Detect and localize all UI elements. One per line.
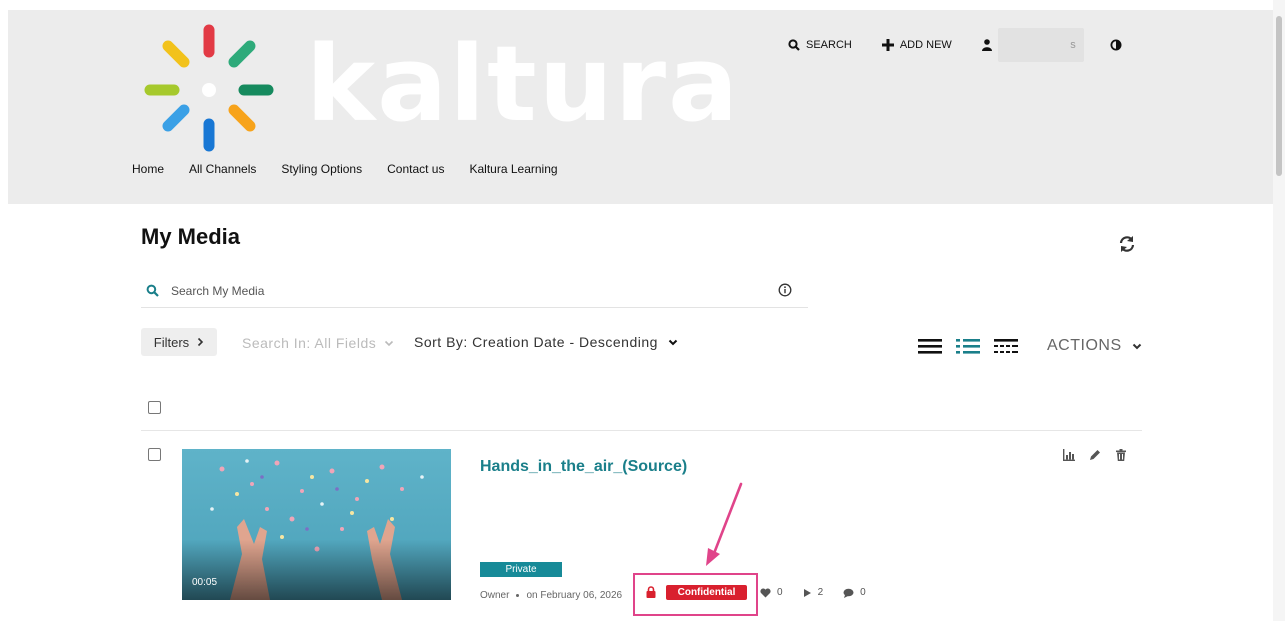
- media-thumbnail[interactable]: 00:05: [182, 449, 451, 600]
- nav-link-styling-options[interactable]: Styling Options: [281, 162, 362, 176]
- user-icon: [981, 39, 992, 51]
- top-navigation: SEARCH ADD NEW s: [788, 28, 1152, 62]
- media-owner: Owner: [480, 590, 510, 601]
- main-navigation: Home All Channels Styling Options Contac…: [132, 162, 583, 176]
- lock-icon: [646, 586, 656, 598]
- contrast-toggle-button[interactable]: [1110, 39, 1122, 51]
- media-row-checkbox[interactable]: [148, 448, 161, 461]
- comment-icon: [843, 588, 854, 598]
- bar-chart-icon: [1063, 449, 1075, 461]
- search-icon: [788, 39, 800, 51]
- search-button-label: SEARCH: [806, 39, 852, 51]
- add-new-button[interactable]: ADD NEW: [881, 39, 952, 51]
- media-title-link[interactable]: Hands_in_the_air_(Source): [480, 458, 687, 476]
- analytics-button[interactable]: [1062, 448, 1076, 462]
- media-stats: 0 2 0: [760, 587, 866, 598]
- user-menu-button[interactable]: s: [981, 28, 1084, 62]
- edit-button[interactable]: [1088, 448, 1102, 462]
- view-mode-table[interactable]: [994, 336, 1018, 356]
- actions-dropdown[interactable]: ACTIONS: [1047, 337, 1142, 355]
- logo-burst-icon: [144, 24, 274, 152]
- heart-icon[interactable]: [760, 587, 771, 598]
- annotation-arrow: [706, 482, 743, 566]
- user-name-tail: s: [1070, 39, 1076, 51]
- media-date: on February 06, 2026: [526, 590, 623, 601]
- chevron-down-icon: [1132, 343, 1141, 349]
- user-name-redacted: s: [997, 28, 1084, 62]
- select-all-checkbox[interactable]: [148, 401, 161, 414]
- filters-button-label: Filters: [153, 334, 190, 350]
- nav-link-all-channels[interactable]: All Channels: [189, 162, 256, 176]
- info-icon[interactable]: [778, 283, 792, 297]
- add-new-button-label: ADD NEW: [899, 39, 952, 51]
- actions-label: ACTIONS: [1047, 337, 1122, 354]
- media-duration: 00:05: [192, 577, 218, 588]
- search-input[interactable]: [171, 283, 751, 298]
- trash-icon: [1116, 449, 1126, 461]
- sort-by-label: Sort By: Creation Date - Descending: [414, 334, 658, 350]
- chevron-down-icon: [668, 339, 678, 345]
- refresh-icon[interactable]: [1117, 234, 1137, 254]
- detailed-view-icon: [956, 339, 980, 354]
- separator-dot: [516, 594, 520, 597]
- media-row-actions: [1062, 448, 1128, 462]
- list-divider: [141, 430, 1142, 431]
- list-view-icon: [918, 339, 942, 354]
- sensitivity-badge: Confidential: [666, 585, 747, 600]
- view-mode-switcher: [918, 336, 1018, 356]
- plays-count: 2: [817, 587, 824, 598]
- logo-wordmark: kaltura: [306, 23, 741, 145]
- contrast-icon: [1110, 39, 1122, 51]
- search-icon: [146, 284, 159, 297]
- table-view-icon: [994, 339, 1018, 353]
- media-meta: Owner on February 06, 2026: [480, 590, 622, 601]
- page-title: My Media: [141, 224, 241, 249]
- pencil-icon: [1090, 450, 1100, 460]
- search-in-label: Search In: All Fields: [242, 335, 377, 351]
- confetti-hands-image: [182, 449, 451, 600]
- chevron-right-icon: [198, 337, 204, 347]
- likes-count: 0: [777, 587, 783, 598]
- search-button[interactable]: SEARCH: [788, 39, 852, 51]
- view-mode-detailed[interactable]: [956, 336, 980, 356]
- page-scrollbar[interactable]: [1273, 0, 1285, 621]
- privacy-badge: Private: [480, 562, 562, 577]
- view-mode-list[interactable]: [918, 336, 942, 356]
- scrollbar-thumb[interactable]: [1276, 16, 1282, 176]
- filters-button[interactable]: Filters: [141, 328, 217, 356]
- comments-count: 0: [860, 587, 866, 598]
- sort-by-dropdown[interactable]: Sort By: Creation Date - Descending: [414, 334, 678, 350]
- search-in-dropdown[interactable]: Search In: All Fields: [242, 335, 394, 351]
- play-icon: [803, 588, 811, 597]
- delete-button[interactable]: [1114, 448, 1128, 462]
- search-bar: [141, 274, 808, 308]
- plus-icon: [881, 39, 894, 51]
- chevron-down-icon: [385, 340, 394, 346]
- nav-link-kaltura-learning[interactable]: Kaltura Learning: [469, 162, 557, 176]
- nav-link-home[interactable]: Home: [132, 162, 164, 176]
- nav-link-contact-us[interactable]: Contact us: [387, 162, 444, 176]
